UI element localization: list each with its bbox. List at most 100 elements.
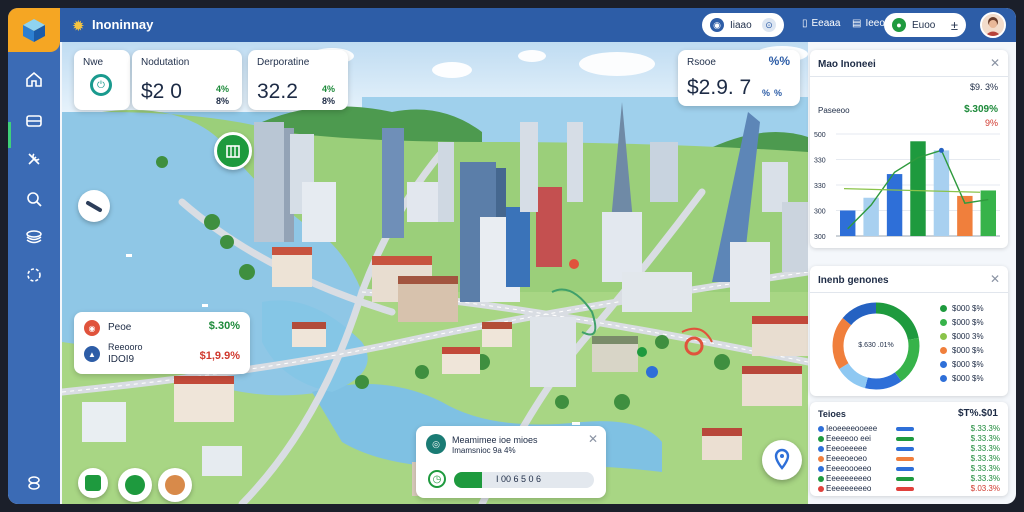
- info-icon: ◎: [426, 434, 446, 454]
- search-pill-label: Iiaao: [730, 19, 752, 31]
- location-pin-icon: [774, 448, 790, 470]
- row-bullet: [818, 466, 824, 472]
- row-label: Eeeeoeoeo: [826, 454, 867, 463]
- kpi-card-status[interactable]: Nwe ⏻: [74, 50, 130, 110]
- map-marker-badge[interactable]: [214, 132, 252, 170]
- building-icon: [226, 145, 240, 158]
- stats-card[interactable]: ◉ Peoe $.30% ▲ Reeooro IDOI9 $1,9.9%: [74, 312, 250, 374]
- table-row[interactable]: Eeeeeeeeeo $.03.3%: [818, 484, 1000, 495]
- bar-chart[interactable]: 500 330 330 300 300: [810, 126, 1008, 248]
- row-bullet: [818, 426, 824, 432]
- close-icon[interactable]: ✕: [588, 432, 598, 446]
- bar[interactable]: [886, 174, 903, 236]
- data-point[interactable]: [938, 147, 944, 153]
- brand-logo[interactable]: [8, 8, 60, 52]
- legend-swatch: [940, 375, 947, 382]
- route-tool-button[interactable]: [78, 190, 110, 222]
- y-tick-label: 500: [814, 132, 826, 139]
- recycle-icon: [125, 475, 145, 495]
- row-label: Eeeeeeeeeo: [826, 474, 872, 483]
- legend-swatch: [940, 347, 947, 354]
- stats-row2-label: Reeooro: [108, 342, 143, 352]
- row-bullet: [818, 486, 824, 492]
- row-bar: [896, 457, 914, 461]
- legend-swatch: [940, 333, 947, 340]
- close-icon[interactable]: ✕: [990, 272, 1000, 286]
- stats-row1-value: $.30%: [208, 320, 240, 332]
- status-icon: ●: [892, 18, 906, 32]
- timer-icon: ◷: [428, 470, 446, 488]
- people-button[interactable]: [158, 468, 192, 502]
- inbox-icon[interactable]: [21, 108, 47, 134]
- kpi-change: %: [762, 88, 771, 98]
- progress-label: I 00 6 5 0 6: [496, 474, 542, 484]
- legend-item[interactable]: $000 $%: [940, 346, 1004, 355]
- row-bar: [896, 467, 914, 471]
- panel-sub-label: Paseeoo: [818, 106, 850, 115]
- row-value: $.33.3%: [970, 424, 1000, 433]
- row-value: $.33.3%: [970, 434, 1000, 443]
- notice-title: Meamimee ioe mioes: [452, 435, 538, 445]
- search-pill[interactable]: ◉ Iiaao ⊙: [702, 13, 784, 37]
- link-icon[interactable]: [21, 470, 47, 496]
- kpi-value: $2 0: [141, 80, 182, 103]
- panel-sub-value: $.309%: [964, 104, 998, 115]
- kpi-card-corporate[interactable]: Derporatine 32.2 4% 8%: [248, 50, 348, 110]
- row-label: Eeeeoooeeo: [826, 464, 872, 473]
- expand-corner[interactable]: %%: [769, 54, 790, 68]
- row-bar: [896, 447, 914, 451]
- table-title: Teioes: [818, 409, 846, 419]
- status-pill[interactable]: ● Euoo ±: [884, 13, 966, 37]
- gear-logo-icon: ✹: [72, 18, 85, 35]
- legend-item[interactable]: $000 $%: [940, 374, 1004, 383]
- legend-item[interactable]: $000 $%: [940, 304, 1004, 313]
- row-label: Ieoeeeeooeee: [826, 424, 878, 433]
- legend-item[interactable]: $000 $%: [940, 318, 1004, 327]
- kpi-label: Rsooe: [687, 57, 716, 68]
- kpi-card-population[interactable]: Nodutation $2 0 4% 8%: [132, 50, 242, 110]
- settings-icon[interactable]: [21, 262, 47, 288]
- row-bullet: [818, 436, 824, 442]
- leaf-icon: [85, 475, 101, 491]
- bar[interactable]: [863, 197, 879, 236]
- avatar[interactable]: [980, 12, 1006, 38]
- bar[interactable]: [980, 190, 996, 236]
- close-icon[interactable]: ✕: [990, 56, 1000, 70]
- y-tick-label: 330: [814, 183, 826, 190]
- sidebar: [8, 42, 60, 504]
- row-bullet: [818, 476, 824, 482]
- ruler-icon: [86, 201, 102, 212]
- home-icon[interactable]: [21, 66, 47, 92]
- legend-item[interactable]: $000 3%: [940, 332, 1004, 341]
- y-tick-label: 300: [814, 234, 826, 241]
- layer-green-button[interactable]: [78, 468, 108, 498]
- kpi-change-secondary: 8%: [216, 96, 230, 106]
- row-value: $.33.3%: [970, 464, 1000, 473]
- recycle-button[interactable]: [118, 468, 152, 502]
- kpi-card-revenue[interactable]: Rsooe %% $2.9. 7 % %: [678, 50, 800, 106]
- legend-item[interactable]: $000 $%: [940, 360, 1004, 369]
- notice-card[interactable]: ◎ Meamimee ioe mioes Imamsnioc 9a 4% ✕ ◷…: [416, 426, 606, 498]
- table-panel[interactable]: Teioes $T%.$01 Ieoeeeeooeee $.33.3% Eeeeeo…: [810, 402, 1008, 496]
- location-pin-button[interactable]: [762, 440, 802, 480]
- kpi-label: Derporatine: [257, 57, 310, 68]
- plus-icon[interactable]: ±: [951, 18, 958, 33]
- row-label: Eeeeeoo eei: [826, 434, 871, 443]
- top-link-one[interactable]: ▯ Eeaaa: [802, 18, 840, 29]
- chart-panel[interactable]: Mao Inoneei ✕ $9. 3% Paseeoo $.309% 9% 5…: [810, 50, 1008, 248]
- grid-icon: ▤: [852, 18, 862, 29]
- row-label: Eeeoeeeee: [826, 444, 867, 453]
- layers-icon[interactable]: [21, 224, 47, 250]
- tools-icon[interactable]: [21, 146, 47, 172]
- legend-swatch: [940, 319, 947, 326]
- kpi-change: 4%: [216, 84, 230, 94]
- status-pill-label: Euoo: [912, 19, 936, 31]
- kpi-change: 4%: [322, 84, 336, 94]
- y-tick-label: 330: [814, 158, 826, 165]
- search-icon[interactable]: [21, 186, 47, 212]
- legend-label: $000 $%: [952, 374, 984, 383]
- row-value: $.33.3%: [970, 444, 1000, 453]
- panel-title: Mao Inoneei: [818, 59, 876, 70]
- donut-panel[interactable]: Inenb genones ✕ $.630 .01% $000 $% $000 $…: [810, 266, 1008, 396]
- kpi-change-secondary: %: [774, 88, 783, 98]
